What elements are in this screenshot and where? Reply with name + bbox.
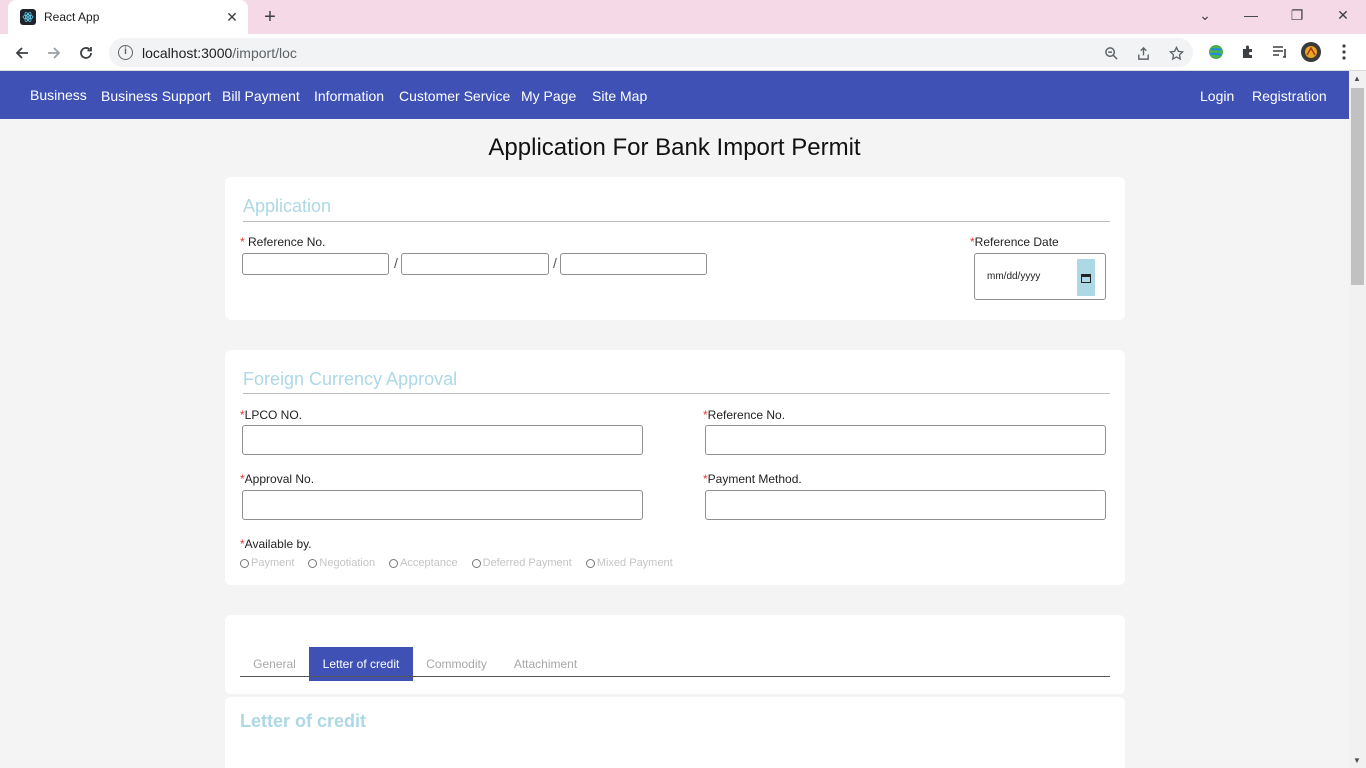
application-card: Application * Reference No. / / *Referen… [225, 177, 1125, 320]
radio-circle[interactable] [240, 558, 249, 568]
fca-reference-no-input[interactable] [705, 425, 1106, 455]
restore-button[interactable]: ❐ [1274, 0, 1320, 30]
bookmark-star-icon[interactable] [1166, 43, 1186, 63]
nav-customer-service[interactable]: Customer Service [399, 88, 510, 104]
fca-section-title: Foreign Currency Approval [243, 369, 458, 389]
url-text: localhost:3000/import/loc [142, 45, 297, 61]
react-icon [20, 9, 36, 25]
share-icon[interactable] [1133, 43, 1153, 63]
nav-business[interactable]: Business [30, 87, 87, 103]
radio-negotiation[interactable]: Negotiation [308, 557, 375, 569]
media-queue-icon[interactable] [1269, 41, 1291, 63]
lpco-no-input[interactable] [242, 425, 643, 455]
forward-icon[interactable] [41, 40, 67, 66]
reference-date-label: *Reference Date [970, 235, 1059, 249]
radio-circle[interactable] [471, 558, 481, 568]
letter-of-credit-title: Letter of credit [240, 711, 367, 731]
zoom-icon[interactable] [1101, 43, 1121, 63]
radio-circle[interactable] [585, 558, 595, 568]
scroll-up-arrow-icon[interactable]: ▲ [1353, 74, 1361, 83]
top-navbar: Business Business Support Bill Payment I… [0, 71, 1349, 119]
approval-no-label: *Approval No. [240, 472, 315, 486]
back-icon[interactable] [9, 40, 35, 66]
tab-search-icon[interactable]: ⌄ [1182, 0, 1228, 30]
nav-my-page[interactable]: My Page [521, 88, 576, 104]
address-bar[interactable]: i localhost:3000/import/loc [109, 38, 1193, 67]
approval-no-input[interactable] [242, 490, 643, 520]
extensions-puzzle-icon[interactable] [1237, 41, 1259, 63]
new-tab-button[interactable]: + [258, 5, 282, 29]
tab-underline [240, 676, 1110, 677]
minimize-button[interactable]: — [1228, 0, 1274, 30]
page-title: Application For Bank Import Permit [488, 134, 861, 161]
reference-no-part3-input[interactable] [560, 253, 707, 275]
scroll-down-arrow-icon[interactable]: ▼ [1353, 756, 1361, 765]
date-placeholder: mm/dd/yyyy [987, 271, 1041, 282]
browser-toolbar: i localhost:3000/import/loc [0, 34, 1366, 71]
radio-circle[interactable] [308, 558, 318, 568]
tab-title: React App [44, 10, 100, 24]
registration-link[interactable]: Registration [1252, 88, 1327, 104]
tabs-card: General Letter of credit Commodity Attac… [225, 615, 1125, 694]
radio-mixed-payment[interactable]: Mixed Payment [585, 557, 673, 569]
nav-site-map[interactable]: Site Map [592, 88, 647, 104]
calendar-icon[interactable] [1077, 259, 1095, 296]
reference-no-part1-input[interactable] [242, 253, 389, 275]
reference-separator: / [394, 255, 398, 271]
fca-reference-no-label: *Reference No. [703, 408, 786, 422]
reference-no-part2-input[interactable] [401, 253, 549, 275]
close-window-button[interactable]: ✕ [1320, 0, 1366, 30]
radio-payment[interactable]: Payment [240, 557, 294, 569]
browser-tab-strip: React App ✕ + ⌄ — ❐ ✕ [0, 0, 1366, 34]
radio-acceptance[interactable]: Acceptance [389, 557, 458, 569]
reference-no-label: * Reference No. [240, 235, 326, 249]
section-divider [243, 393, 1110, 394]
nav-business-support[interactable]: Business Support [101, 88, 211, 104]
available-by-label: *Available by. [240, 537, 312, 551]
letter-of-credit-card: Letter of credit [225, 697, 1125, 768]
reload-icon[interactable] [73, 40, 99, 66]
payment-method-label: *Payment Method. [703, 472, 802, 486]
login-link[interactable]: Login [1200, 88, 1234, 104]
reference-date-input[interactable]: mm/dd/yyyy [974, 253, 1106, 300]
close-tab-icon[interactable]: ✕ [222, 9, 242, 26]
available-by-radio-group: Payment Negotiation Acceptance Deferred … [240, 557, 687, 569]
extension-globe-icon[interactable] [1205, 41, 1227, 63]
scroll-thumb[interactable] [1351, 88, 1364, 285]
page-viewport: Business Business Support Bill Payment I… [0, 71, 1349, 768]
radio-circle[interactable] [389, 558, 399, 568]
section-divider [243, 221, 1110, 222]
site-info-icon[interactable]: i [118, 45, 133, 60]
foreign-currency-approval-card: Foreign Currency Approval *LPCO NO. *Ref… [225, 350, 1125, 585]
lpco-no-label: *LPCO NO. [240, 408, 303, 422]
application-section-title: Application [243, 196, 332, 216]
payment-method-input[interactable] [705, 490, 1106, 520]
page-scrollbar[interactable]: ▲ ▼ [1349, 71, 1366, 768]
reference-separator: / [553, 255, 557, 271]
nav-information[interactable]: Information [314, 88, 384, 104]
browser-menu-icon[interactable] [1333, 41, 1355, 63]
browser-tab[interactable]: React App ✕ [8, 0, 248, 34]
nav-bill-payment[interactable]: Bill Payment [222, 88, 300, 104]
radio-deferred-payment[interactable]: Deferred Payment [471, 557, 572, 569]
profile-avatar-icon[interactable] [1300, 41, 1322, 63]
